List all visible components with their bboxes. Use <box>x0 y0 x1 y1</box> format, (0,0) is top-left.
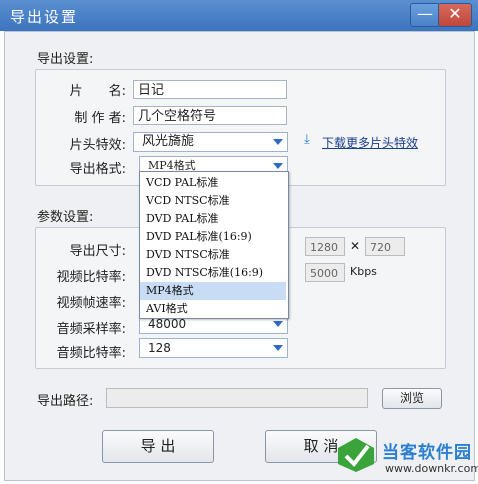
download-more-effects-link[interactable]: 下载更多片头特效 <box>322 134 418 151</box>
param-settings-heading: 参数设置: <box>37 210 94 225</box>
format-option[interactable]: VCD NTSC标准 <box>140 192 286 210</box>
minimize-icon: — <box>417 4 433 23</box>
height-input[interactable]: 720 <box>365 237 405 256</box>
close-icon: ✕ <box>448 4 462 23</box>
minimize-button[interactable]: — <box>410 3 440 27</box>
chevron-down-icon <box>273 139 283 145</box>
audio-bitrate-label: 音频比特率: <box>56 346 126 361</box>
times-icon: ✕ <box>350 239 361 253</box>
audio-bitrate-select[interactable]: 128 <box>139 338 288 358</box>
audio-bitrate-value: 128 <box>148 341 171 355</box>
export-button[interactable]: 导 出 <box>102 430 214 463</box>
export-settings-heading: 导出设置: <box>37 52 94 67</box>
close-button[interactable]: ✕ <box>438 3 472 27</box>
video-bitrate-input[interactable]: 5000 <box>305 263 345 282</box>
watermark-name: 当客软件园 <box>382 443 472 463</box>
name-label: 片 名: <box>69 84 126 99</box>
format-option-selected[interactable]: MP4格式 <box>140 282 286 300</box>
frame-rate-label: 视频帧速率: <box>56 296 126 311</box>
download-icon: ⤓ <box>304 132 310 147</box>
title-bar[interactable]: 导出设置 — ✕ <box>0 0 478 31</box>
video-bitrate-unit: Kbps <box>350 265 377 278</box>
format-label: 导出格式: <box>69 162 126 177</box>
format-option[interactable]: DVD NTSC标准 <box>140 246 286 264</box>
format-option[interactable]: DVD PAL标准(16:9) <box>140 228 286 246</box>
chevron-down-icon <box>273 163 283 169</box>
format-option[interactable]: AVI格式 <box>140 300 286 318</box>
format-option[interactable]: VCD PAL标准 <box>140 174 286 192</box>
name-input[interactable]: 日记 <box>133 80 287 99</box>
intro-effect-value: 风光旖旎 <box>142 134 195 149</box>
chevron-down-icon <box>273 321 283 327</box>
width-input[interactable]: 1280 <box>305 237 345 256</box>
export-path-label: 导出路径: <box>37 394 94 409</box>
format-option[interactable]: DVD NTSC标准(16:9) <box>140 264 286 282</box>
export-settings-window: 导出设置 — ✕ 导出设置: 片 名: 日记 制 作 者: 几个空格符号 片头特… <box>0 0 478 484</box>
browse-button[interactable]: 浏览 <box>382 388 442 409</box>
video-bitrate-label: 视频比特率: <box>56 270 126 285</box>
author-label: 制 作 者: <box>74 111 126 126</box>
sample-rate-value: 48000 <box>148 317 187 331</box>
format-option[interactable]: DVD PAL标准 <box>140 210 286 228</box>
chevron-down-icon <box>273 345 283 351</box>
intro-effect-select[interactable]: 风光旖旎 <box>133 132 288 152</box>
sample-rate-label: 音频采样率: <box>56 322 126 337</box>
window-title: 导出设置 <box>10 8 79 26</box>
intro-effect-label: 片头特效: <box>69 138 126 153</box>
author-input[interactable]: 几个空格符号 <box>133 106 287 125</box>
watermark-url: www.downkr.com <box>385 462 478 475</box>
format-dropdown-list: VCD PAL标准 VCD NTSC标准 DVD PAL标准 DVD PAL标准… <box>139 171 289 319</box>
export-size-label: 导出尺寸: <box>69 244 126 259</box>
export-path-input[interactable] <box>106 388 368 408</box>
watermark-logo-icon <box>338 438 374 472</box>
